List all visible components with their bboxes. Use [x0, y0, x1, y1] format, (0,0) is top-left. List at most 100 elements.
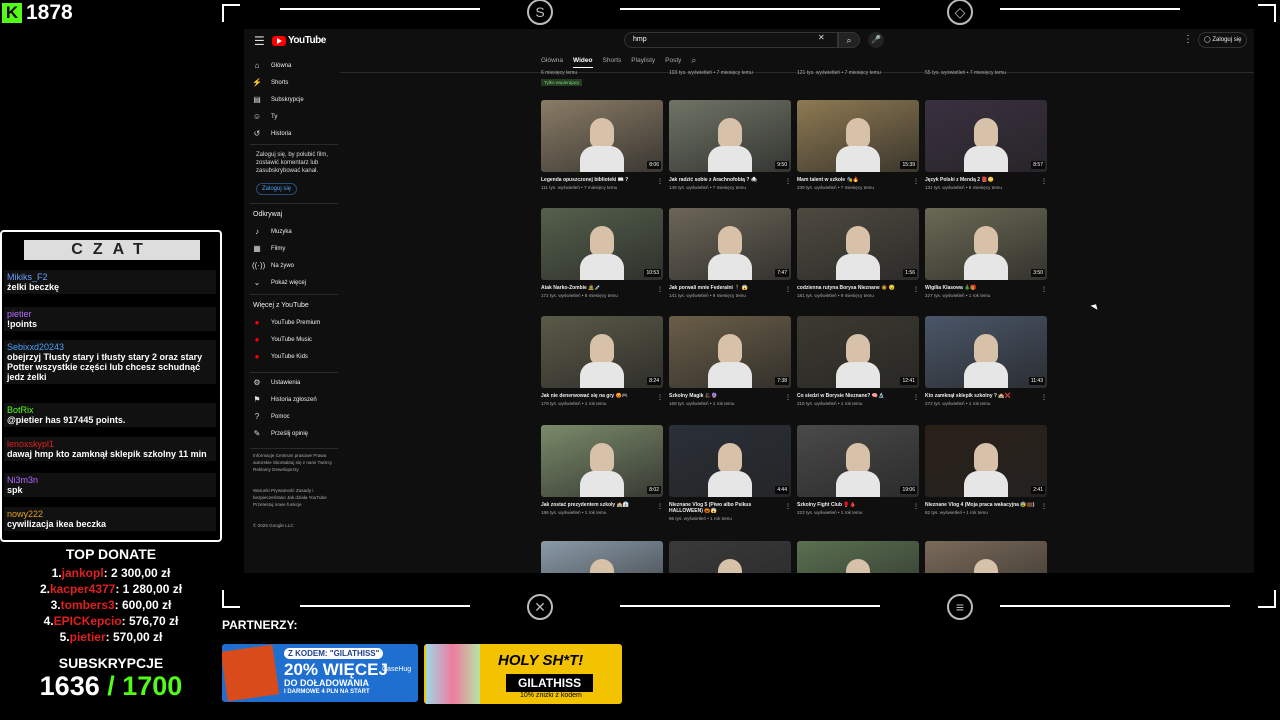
sidebar-item[interactable]: ● YouTube Music	[252, 335, 312, 344]
tab-2[interactable]: Shorts	[603, 57, 622, 68]
menu-icon[interactable]: ☰	[254, 34, 265, 48]
video-thumbnail[interactable]: 2:41	[925, 425, 1047, 497]
tab-3[interactable]: Playlisty	[631, 57, 655, 68]
video-title[interactable]: Jak radzić sobie z Arachnofobią ? 🕷	[669, 177, 781, 183]
sidebar-item[interactable]: ✎ Prześlij opinię	[252, 429, 308, 438]
search-button[interactable]: ⌕	[838, 32, 860, 48]
tab-4[interactable]: Posty	[665, 57, 681, 68]
video-thumbnail[interactable]: 3:50	[925, 208, 1047, 280]
video-thumbnail[interactable]	[541, 541, 663, 573]
video-card[interactable]: 1:56 codzienna rutyna Borysa Nieznane 🧔 😴…	[797, 208, 919, 298]
youtube-logo[interactable]: YouTube	[272, 35, 326, 46]
video-title[interactable]: Jak nie denerwować się na gry 😡🎮	[541, 393, 653, 399]
sidebar-item[interactable]: ? Pomoc	[252, 412, 290, 421]
video-title[interactable]: Kto zamknął sklepik szkolny ? 🏫❌	[925, 393, 1037, 399]
video-thumbnail[interactable]: 8:57	[925, 100, 1047, 172]
video-card[interactable]: 12:41 Co siedzi w Borysie Nieznane? 🧠🔬 215…	[797, 316, 919, 406]
video-card[interactable]: 3:50 Wigilia Klasowa 🎄🎁 227 tys. wyświetle…	[925, 208, 1047, 298]
video-title[interactable]: Szkolny Fight Club 🥊🩸	[797, 502, 909, 508]
clear-search-icon[interactable]: ✕	[818, 33, 825, 42]
video-card[interactable]: 7:47 Jak porwali mnie Federalni 🕴 😱 141 ty…	[669, 208, 791, 298]
sidebar-item[interactable]: ((·)) Na żywo	[252, 261, 294, 270]
video-card[interactable]	[669, 541, 791, 573]
more-options-icon[interactable]: ⋮	[913, 503, 919, 510]
video-title[interactable]: Nieznane Vlog 5 (Piwo albo Psikus HALLOW…	[669, 502, 781, 514]
video-thumbnail[interactable]: 12:41	[797, 316, 919, 388]
more-options-icon[interactable]: ⋮	[913, 394, 919, 401]
video-title[interactable]: Wigilia Klasowa 🎄🎁	[925, 285, 1037, 291]
video-thumbnail[interactable]	[669, 541, 791, 573]
video-card[interactable]: 4:44 Nieznane Vlog 5 (Piwo albo Psikus HA…	[669, 425, 791, 521]
video-thumbnail[interactable]: 8:24	[541, 316, 663, 388]
video-card[interactable]: 9:50 Jak radzić sobie z Arachnofobią ? 🕷 1…	[669, 100, 791, 190]
more-options-icon[interactable]: ⋮	[785, 503, 791, 510]
more-options-icon[interactable]: ⋮	[785, 286, 791, 293]
video-thumbnail[interactable]: 9:50	[669, 100, 791, 172]
sidebar-item[interactable]: ▤ Subskrypcje	[252, 95, 303, 104]
video-thumbnail[interactable]: 8:02	[541, 425, 663, 497]
sidebar-item[interactable]: ↺ Historia	[252, 129, 292, 138]
footer-links[interactable]: Warunki Prywatność Zasady i bezpieczeńst…	[253, 487, 337, 508]
video-card[interactable]: 8:57 Język Polski z Mendą 2 📕🙄 131 tys. wy…	[925, 100, 1047, 190]
video-thumbnail[interactable]: 10:53	[541, 208, 663, 280]
more-options-icon[interactable]: ⋮	[1041, 178, 1047, 185]
sidebar-item[interactable]: ▦ Filmy	[252, 244, 285, 253]
more-options-icon[interactable]: ⋮	[657, 394, 663, 401]
video-title[interactable]: codzienna rutyna Borysa Nieznane 🧔 😴	[797, 285, 909, 291]
video-card[interactable]	[925, 541, 1047, 573]
more-options-icon[interactable]: ⋮	[1041, 503, 1047, 510]
video-title[interactable]: Język Polski z Mendą 2 📕🙄	[925, 177, 1037, 183]
video-card[interactable]: 8:24 Jak nie denerwować się na gry 😡🎮 179 …	[541, 316, 663, 406]
more-options-icon[interactable]: ⋮	[1183, 34, 1193, 45]
search-icon[interactable]: ⌕	[691, 55, 696, 68]
video-thumbnail[interactable]	[925, 541, 1047, 573]
more-options-icon[interactable]: ⋮	[913, 286, 919, 293]
video-card[interactable]: 19:06 Szkolny Fight Club 🥊🩸 223 tys. wyświ…	[797, 425, 919, 515]
more-options-icon[interactable]: ⋮	[785, 178, 791, 185]
tab-0[interactable]: Główna	[541, 57, 563, 68]
video-card[interactable]: 8:02 Jak zostać prezydentem szkoły 🏫👔 186 …	[541, 425, 663, 515]
video-title[interactable]: Jak porwali mnie Federalni 🕴 😱	[669, 285, 781, 291]
video-title[interactable]: Legenda opuszczonej biblioteki 📖 ?	[541, 177, 653, 183]
video-thumbnail[interactable]: 11:43	[925, 316, 1047, 388]
tab-1[interactable]: Wideo	[573, 57, 593, 68]
video-title[interactable]: Mam talent w szkole 🎭🔥	[797, 177, 909, 183]
video-card[interactable]: 7:38 Szkolny Magik 🎩🔮 168 tys. wyświetleń …	[669, 316, 791, 406]
video-card[interactable]: 11:43 Kto zamknął sklepik szkolny ? 🏫❌ 272…	[925, 316, 1047, 406]
sidebar-item[interactable]: ♪ Muzyka	[252, 227, 292, 236]
sidebar-signin-button[interactable]: Zaloguj się	[256, 183, 298, 195]
sidebar-item[interactable]: ⌄ Pokaż więcej	[252, 278, 306, 287]
video-title[interactable]: Jak zostać prezydentem szkoły 🏫👔	[541, 502, 653, 508]
more-options-icon[interactable]: ⋮	[657, 286, 663, 293]
sidebar-item[interactable]: ● YouTube Premium	[252, 318, 321, 327]
signin-button[interactable]: ◯ Zaloguj się	[1198, 32, 1248, 48]
video-card[interactable]: 8:06 Legenda opuszczonej biblioteki 📖 ? 11…	[541, 100, 663, 190]
video-thumbnail[interactable]: 1:56	[797, 208, 919, 280]
footer-links[interactable]: Informacje Centrum prasowe Prawa autorsk…	[253, 452, 337, 473]
video-thumbnail[interactable]: 15:39	[797, 100, 919, 172]
video-card[interactable]: 15:39 Mam talent w szkole 🎭🔥 239 tys. wyśw…	[797, 100, 919, 190]
video-thumbnail[interactable]: 7:38	[669, 316, 791, 388]
more-options-icon[interactable]: ⋮	[913, 178, 919, 185]
sidebar-item[interactable]: ⚡ Shorts	[252, 78, 288, 87]
video-thumbnail[interactable]: 4:44	[669, 425, 791, 497]
sidebar-item[interactable]: ⚑ Historia zgłoszeń	[252, 395, 316, 404]
voice-search-icon[interactable]: 🎤	[868, 32, 884, 48]
sidebar-item[interactable]: ● YouTube Kids	[252, 352, 308, 361]
more-options-icon[interactable]: ⋮	[657, 503, 663, 510]
video-title[interactable]: Nieznane Vlog 4 (Moja praca wakacyjna 😰💼…	[925, 502, 1037, 508]
video-card[interactable]: 2:41 Nieznane Vlog 4 (Moja praca wakacyjn…	[925, 425, 1047, 515]
sidebar-item[interactable]: ⌂ Główna	[252, 61, 292, 70]
video-title[interactable]: Atak Narko-Zombie 🧟💉	[541, 285, 653, 291]
more-options-icon[interactable]: ⋮	[1041, 286, 1047, 293]
search-input[interactable]: hmp	[624, 32, 838, 48]
more-options-icon[interactable]: ⋮	[657, 178, 663, 185]
more-options-icon[interactable]: ⋮	[785, 394, 791, 401]
sidebar-item[interactable]: ☺ Ty	[252, 112, 277, 121]
video-title[interactable]: Co siedzi w Borysie Nieznane? 🧠🔬	[797, 393, 909, 399]
video-thumbnail[interactable]: 19:06	[797, 425, 919, 497]
video-thumbnail[interactable]: 8:06	[541, 100, 663, 172]
video-title[interactable]: Szkolny Magik 🎩🔮	[669, 393, 781, 399]
video-thumbnail[interactable]: 7:47	[669, 208, 791, 280]
video-card[interactable]: 10:53 Atak Narko-Zombie 🧟💉 172 tys. wyświe…	[541, 208, 663, 298]
